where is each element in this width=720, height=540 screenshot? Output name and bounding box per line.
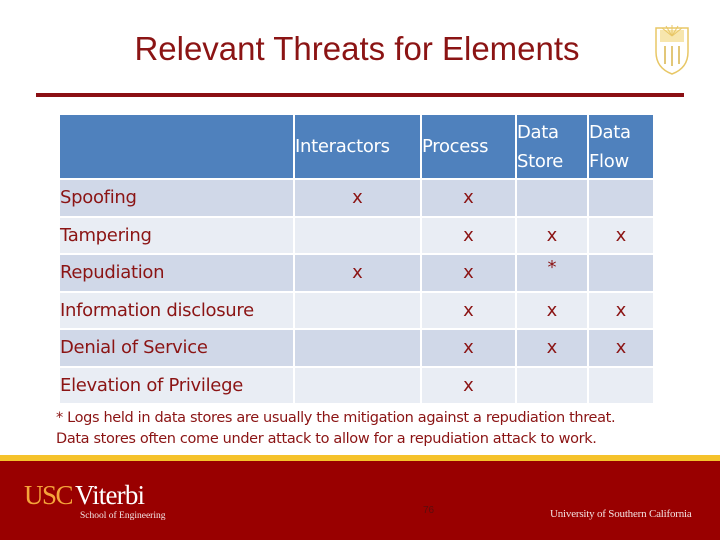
- footnote: * Logs held in data stores are usually t…: [56, 408, 696, 450]
- header-data-flow-line1: Data: [589, 121, 631, 143]
- viterbi-logo-text: Viterbi: [75, 480, 145, 510]
- header-cell-data-flow: Data Flow: [589, 115, 653, 178]
- cell-interactors: x: [295, 180, 420, 216]
- cell-interactors: x: [295, 255, 420, 291]
- table-row: Tampering x x x: [60, 217, 653, 253]
- cell-data-flow: [589, 180, 653, 216]
- header-interactors-label: Interactors: [295, 136, 390, 157]
- table-row: Spoofing x x: [60, 180, 653, 216]
- table-header-row: Interactors Process Data Store Data Flow: [60, 115, 653, 178]
- table-row: Denial of Service x x x: [60, 330, 653, 366]
- table-row: Elevation of Privilege x: [60, 367, 653, 403]
- cell-process: x: [422, 367, 515, 403]
- cell-data-store: x: [517, 217, 587, 253]
- usc-seal-icon: [655, 25, 689, 75]
- cell-data-flow: x: [589, 217, 653, 253]
- threat-label: Spoofing: [60, 180, 293, 216]
- cell-interactors: [295, 330, 420, 366]
- threat-label: Tampering: [60, 217, 293, 253]
- header-data-flow-line2: Flow: [589, 150, 629, 172]
- cell-interactors: [295, 367, 420, 403]
- footnote-line-1: * Logs held in data stores are usually t…: [56, 410, 616, 426]
- cell-process: x: [422, 255, 515, 291]
- slide-footer: USC Viterbi School of Engineering 76 Uni…: [0, 461, 720, 540]
- header-cell-process: Process: [422, 115, 515, 178]
- cell-data-store: x: [517, 292, 587, 328]
- cell-process: x: [422, 292, 515, 328]
- cell-data-flow: x: [589, 292, 653, 328]
- header-data-store-line2: Store: [517, 150, 564, 172]
- cell-data-flow: [589, 255, 653, 291]
- threat-label: Elevation of Privilege: [60, 367, 293, 403]
- school-of-engineering-label: School of Engineering: [80, 511, 166, 521]
- threats-table: Interactors Process Data Store Data Flow S…: [58, 113, 655, 405]
- cell-data-store: x: [517, 330, 587, 366]
- table-row: Repudiation x x *: [60, 255, 653, 291]
- usc-logo-text: USC: [24, 480, 74, 510]
- header-process-label: Process: [422, 136, 489, 157]
- cell-data-flow: x: [589, 330, 653, 366]
- header-data-store-line1: Data: [517, 121, 559, 143]
- slide-title: Relevant Threats for Elements: [0, 30, 720, 68]
- table-row: Information disclosure x x x: [60, 292, 653, 328]
- cell-process: x: [422, 330, 515, 366]
- cell-data-flow: [589, 367, 653, 403]
- title-underline: [36, 93, 684, 97]
- page-number: 76: [423, 505, 435, 516]
- threat-label: Repudiation: [60, 255, 293, 291]
- cell-data-store: [517, 367, 587, 403]
- cell-interactors: [295, 292, 420, 328]
- threat-label: Information disclosure: [60, 292, 293, 328]
- header-cell-interactors: Interactors: [295, 115, 420, 178]
- cell-interactors: [295, 217, 420, 253]
- header-cell-data-store: Data Store: [517, 115, 587, 178]
- cell-data-store: [517, 180, 587, 216]
- university-name: University of Southern California: [550, 508, 692, 520]
- cell-process: x: [422, 180, 515, 216]
- slide-title-text: Relevant Threats for Elements: [134, 30, 580, 67]
- cell-process: x: [422, 217, 515, 253]
- threat-label: Denial of Service: [60, 330, 293, 366]
- cell-data-store: *: [517, 255, 587, 291]
- header-cell-empty: [60, 115, 293, 178]
- footnote-line-2: Data stores often come under attack to a…: [56, 431, 597, 447]
